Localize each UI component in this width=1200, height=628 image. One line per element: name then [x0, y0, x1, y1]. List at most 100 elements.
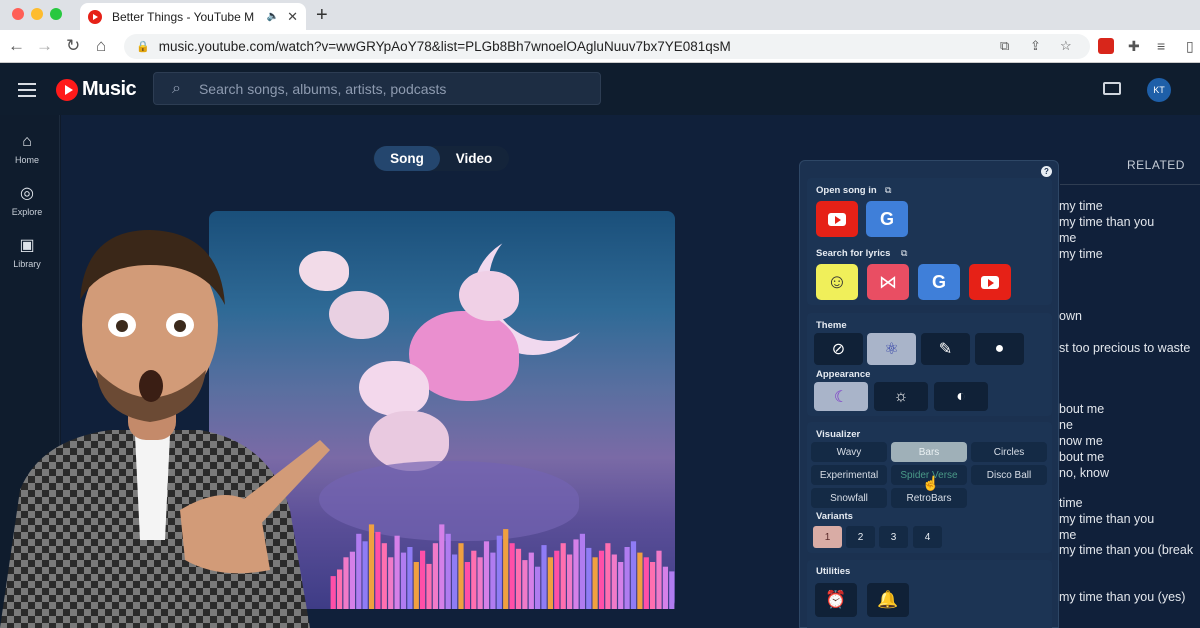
apple-icon: ●: [994, 340, 1005, 357]
visualizer-bar: [368, 524, 375, 609]
visualizer-wavy-button[interactable]: Wavy: [811, 442, 887, 462]
visualizer-bar: [624, 547, 630, 609]
visualizer-bar: [375, 531, 381, 609]
tab-close-icon[interactable]: ✕: [287, 9, 298, 25]
no-theme-icon: ⊘: [831, 341, 846, 358]
avatar[interactable]: KT: [1147, 78, 1171, 102]
visualizer-bar: [592, 557, 598, 609]
search-box[interactable]: ⌕: [153, 72, 601, 105]
play-logo-icon: [56, 78, 78, 101]
theme-none-button[interactable]: ⊘: [814, 333, 863, 365]
visualizer-bar: [560, 543, 566, 609]
visualizer-disco-ball-button[interactable]: Disco Ball: [971, 465, 1047, 485]
tab-underline: [1060, 184, 1200, 185]
tab-related[interactable]: RELATED: [1127, 158, 1185, 172]
mouse-cursor-icon: ☝: [922, 475, 940, 491]
external-link-icon: ⧉: [901, 248, 908, 258]
visualizer-bar: [535, 566, 541, 609]
appearance-dark-button[interactable]: ☾: [814, 382, 868, 411]
visualizer-bar: [567, 554, 573, 609]
window-zoom-button[interactable]: [50, 8, 62, 20]
extension-icon[interactable]: [1098, 38, 1114, 54]
google-icon: G: [931, 271, 946, 292]
media-control-icon[interactable]: ≡: [1157, 38, 1165, 54]
puzzle-icon[interactable]: ✚: [1128, 38, 1140, 55]
open-in-google-button[interactable]: G: [866, 201, 908, 237]
moon-icon: ☾: [833, 388, 849, 406]
home-icon[interactable]: ⌂: [96, 36, 106, 56]
window-close-button[interactable]: [12, 8, 24, 20]
window-minimize-button[interactable]: [31, 8, 43, 20]
variants-label: Variants: [816, 511, 853, 522]
visualizer-bar: [515, 548, 522, 609]
theme-atom-button[interactable]: ⚛: [867, 333, 916, 365]
lyric-line: ne: [1059, 418, 1073, 432]
lyric-line: me: [1059, 528, 1077, 542]
sidebar-item-home[interactable]: ⌂ Home: [0, 133, 54, 165]
audio-playing-icon[interactable]: 🔈: [267, 11, 279, 22]
variant-2-button[interactable]: 2: [846, 526, 875, 548]
visualizer-bar: [662, 566, 668, 609]
musixmatch-lyrics-button[interactable]: ⋈: [867, 264, 909, 300]
variant-3-button[interactable]: 3: [879, 526, 908, 548]
search-input[interactable]: [198, 80, 579, 97]
theme-apple-button[interactable]: ●: [975, 333, 1024, 365]
google-icon: G: [879, 208, 894, 229]
reload-icon[interactable]: ↻: [66, 36, 80, 56]
youtube-icon: [828, 212, 846, 226]
help-icon[interactable]: ?: [1041, 166, 1052, 177]
variant-4-button[interactable]: 4: [913, 526, 942, 548]
open-in-app-icon[interactable]: ⧉: [1000, 38, 1009, 54]
sidepanel-icon[interactable]: ▯: [1186, 38, 1194, 55]
cast-icon[interactable]: [1103, 82, 1121, 95]
tab-video[interactable]: Video: [441, 146, 507, 171]
appearance-light-button[interactable]: ☼: [874, 382, 928, 411]
visualizer-bar: [611, 554, 617, 609]
lyric-line: no, know: [1059, 466, 1110, 480]
visualizer-bar: [522, 560, 528, 609]
visualizer-snowfall-button[interactable]: Snowfall: [811, 488, 887, 508]
visualizer-bar: [362, 541, 368, 609]
bookmark-star-icon[interactable]: ☆: [1060, 38, 1072, 54]
youtube-lyrics-button[interactable]: [969, 264, 1011, 300]
visualizer-bar: [541, 545, 547, 609]
lyric-line: st too precious to waste: [1059, 341, 1191, 355]
open-in-youtube-button[interactable]: [816, 201, 858, 237]
visualizer-bar: [605, 543, 611, 609]
visualizer-bars-button[interactable]: Bars: [891, 442, 967, 462]
menu-icon[interactable]: [18, 83, 36, 101]
visualizer-bar: [464, 562, 470, 609]
visualizer-bar: [573, 539, 579, 609]
utilities-label: Utilities: [816, 566, 851, 577]
share-icon[interactable]: ⇪: [1030, 38, 1041, 54]
notification-button[interactable]: 🔔: [867, 583, 909, 617]
variant-1-button[interactable]: 1: [813, 526, 842, 548]
url-field[interactable]: 🔒 music.youtube.com/watch?v=wwGRYpAoY78&…: [124, 34, 1090, 59]
visualizer-bar: [650, 562, 656, 609]
sleep-timer-button[interactable]: ⏰: [815, 583, 857, 617]
back-arrow-icon[interactable]: ←: [8, 36, 25, 56]
search-for-lyrics-label: Search for lyrics: [816, 248, 891, 259]
visualizer-bar: [490, 552, 496, 609]
theme-picker-button[interactable]: ✎: [921, 333, 970, 365]
visualizer-circles-button[interactable]: Circles: [971, 442, 1047, 462]
visualizer-bar: [445, 533, 451, 609]
logo-text: Music: [82, 78, 137, 100]
new-tab-button[interactable]: +: [316, 4, 328, 27]
visualizer-bar: [349, 551, 355, 609]
ytmusic-logo[interactable]: Music: [56, 78, 137, 101]
tab-song[interactable]: Song: [374, 146, 440, 171]
forward-arrow-icon[interactable]: →: [36, 36, 53, 56]
visualizer-bar: [458, 543, 464, 609]
lock-icon: 🔒: [136, 41, 150, 53]
appearance-auto-button[interactable]: ◐: [934, 382, 988, 411]
genius-lyrics-button[interactable]: ☺: [816, 264, 858, 300]
flower-shape: [359, 361, 429, 416]
browser-tab[interactable]: Better Things - YouTube M 🔈 ✕: [80, 3, 306, 30]
google-lyrics-button[interactable]: G: [918, 264, 960, 300]
sidebar-item-label: Home: [14, 155, 39, 165]
lyric-line: my time than you: [1059, 512, 1155, 526]
visualizer-label: Visualizer: [816, 429, 861, 440]
home-icon: ⌂: [22, 133, 32, 150]
visualizer-experimental-button[interactable]: Experimental: [811, 465, 887, 485]
